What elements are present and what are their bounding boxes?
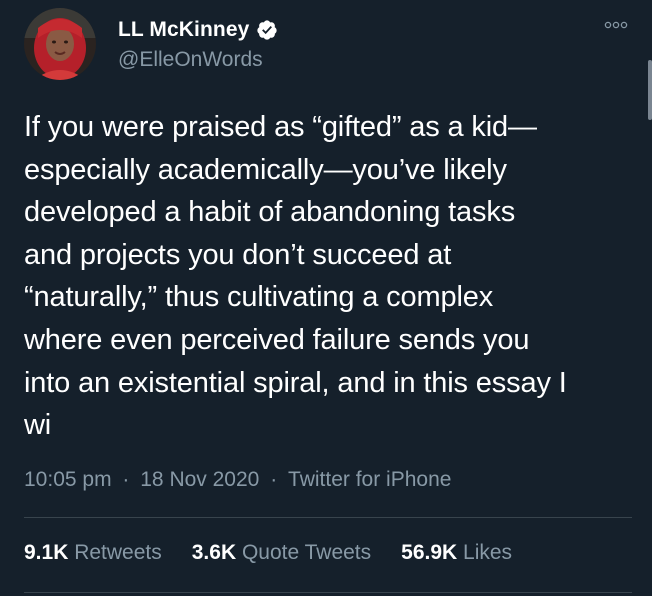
tweet-time[interactable]: 10:05 pm <box>24 468 112 492</box>
meta-separator: · <box>270 468 278 491</box>
profile-avatar-icon <box>24 8 96 80</box>
avatar[interactable] <box>24 8 96 80</box>
retweets-count: 9.1K <box>24 541 75 564</box>
verified-badge-icon <box>257 20 278 40</box>
tweet-date[interactable]: 18 Nov 2020 <box>140 468 259 492</box>
divider-bottom <box>24 592 632 593</box>
user-handle[interactable]: @ElleOnWords <box>118 48 278 72</box>
likes-label: Likes <box>463 541 513 564</box>
likes-count: 56.9K <box>401 541 464 564</box>
display-name[interactable]: LL McKinney <box>118 18 249 42</box>
retweets-label: Retweets <box>74 541 162 564</box>
tweet-meta: 10:05 pm · 18 Nov 2020 · Twitter for iPh… <box>24 468 451 492</box>
display-name-row: LL McKinney <box>118 18 278 42</box>
tweet-source[interactable]: Twitter for iPhone <box>288 468 451 492</box>
tweet-detail: LL McKinney @ElleOnWords If you were pra… <box>0 0 652 596</box>
tweet-stats: 9.1K Retweets 3.6K Quote Tweets 56.9K Li… <box>24 541 542 565</box>
quote-tweets-stat[interactable]: 3.6K Quote Tweets <box>192 541 371 565</box>
divider-top <box>24 517 632 518</box>
more-options-icon[interactable] <box>604 18 628 32</box>
quote-tweets-count: 3.6K <box>191 541 242 564</box>
likes-stat[interactable]: 56.9K Likes <box>401 541 512 565</box>
meta-separator: · <box>122 468 130 491</box>
retweets-stat[interactable]: 9.1K Retweets <box>24 541 162 565</box>
tweet-header: LL McKinney @ElleOnWords <box>24 8 278 80</box>
tweet-text: If you were praised as “gifted” as a kid… <box>24 111 567 442</box>
scrollbar[interactable] <box>648 60 652 120</box>
quote-tweets-label: Quote Tweets <box>241 541 372 564</box>
user-names: LL McKinney @ElleOnWords <box>118 18 278 72</box>
